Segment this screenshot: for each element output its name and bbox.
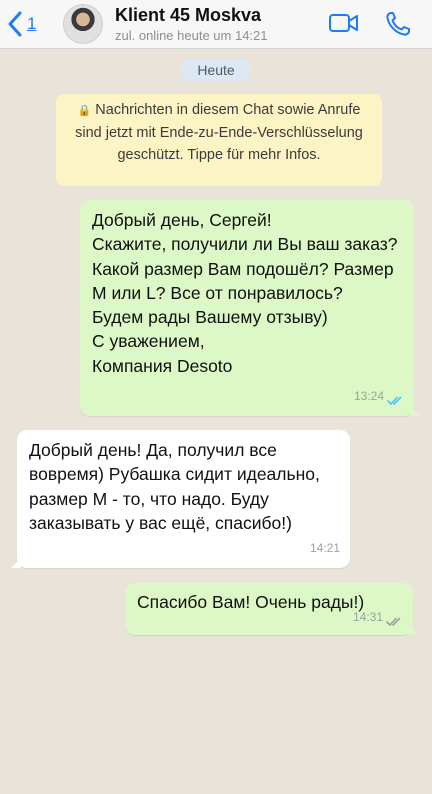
- message-time: 14:31: [352, 609, 383, 624]
- message-text: Добрый день! Да, получил все вовремя) Ру…: [29, 440, 320, 533]
- date-separator: Heute: [182, 59, 250, 81]
- message-time: 13:24: [353, 388, 384, 403]
- contact-name[interactable]: Klient 45 Moskva: [115, 5, 261, 26]
- bubble-tail: [409, 625, 419, 635]
- message-time: 14:21: [309, 540, 340, 555]
- message-bubble-incoming[interactable]: Добрый день! Да, получил все вовремя) Ру…: [11, 430, 350, 568]
- video-call-icon[interactable]: [328, 10, 360, 36]
- encryption-notice[interactable]: 🔒 Nachrichten in diesem Chat sowie Anruf…: [56, 94, 382, 186]
- chat-header: 1 Klient 45 Moskva zul. online heute um …: [0, 0, 432, 49]
- chevron-left-icon: [8, 11, 22, 37]
- double-check-icon: [387, 396, 402, 406]
- encryption-notice-text: Nachrichten in diesem Chat sowie Anrufe …: [75, 102, 363, 163]
- bubble-tail: [410, 406, 420, 416]
- double-check-icon: [386, 617, 401, 627]
- lock-icon: 🔒: [77, 105, 92, 117]
- message-bubble-outgoing[interactable]: Добрый день, Сергей! Скажите, получили л…: [80, 200, 420, 416]
- phone-call-icon[interactable]: [384, 10, 412, 38]
- last-seen-status: zul. online heute um 14:21: [115, 28, 268, 43]
- bubble-tail: [11, 558, 21, 568]
- unread-count: 1: [27, 14, 37, 33]
- avatar[interactable]: [63, 4, 103, 44]
- back-button[interactable]: 1: [6, 8, 46, 40]
- message-text: Добрый день, Сергей! Скажите, получили л…: [92, 210, 398, 376]
- message-bubble-outgoing[interactable]: Спасибо Вам! Очень рады!) 14:31: [125, 583, 419, 635]
